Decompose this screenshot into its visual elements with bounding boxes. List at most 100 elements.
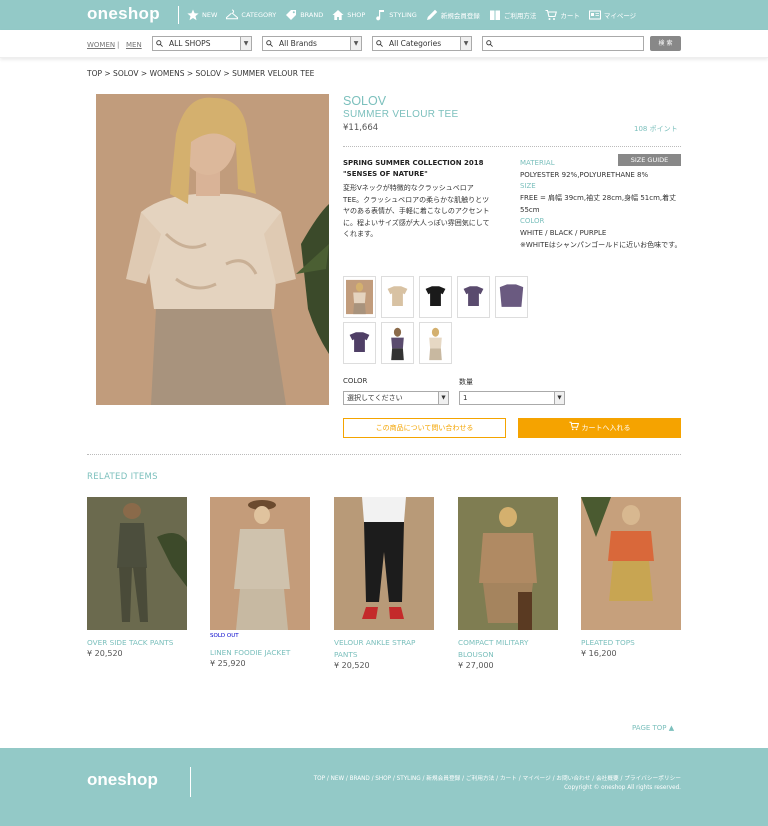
color-label: COLOR	[520, 217, 545, 225]
brand-select[interactable]: All Brands ▼	[262, 36, 362, 51]
quantity-select-value: 1	[463, 394, 468, 402]
chevron-down-icon: ▼	[350, 37, 361, 50]
nav-shop[interactable]: SHOP	[332, 9, 365, 21]
search-icon	[376, 40, 383, 47]
add-to-cart-button[interactable]: カートへ入れる	[518, 418, 681, 438]
related-item-name[interactable]: LINEN FOODIE JACKET	[210, 647, 315, 659]
shop-select[interactable]: ALL SHOPS ▼	[152, 36, 252, 51]
pen-icon	[426, 9, 438, 20]
related-items-title: RELATED ITEMS	[87, 472, 158, 482]
related-item-name[interactable]: OVER SIDE TACK PANTS	[87, 637, 192, 649]
quantity-label: 数量	[459, 378, 473, 386]
related-item-image[interactable]	[458, 497, 558, 630]
product-name: SUMMER VELOUR TEE	[343, 109, 459, 120]
related-item[interactable]: SOLD OUT LINEN FOODIE JACKET ¥ 25,920	[210, 497, 310, 668]
nav-new[interactable]: NEW	[187, 9, 217, 21]
nav-label: CATEGORY	[241, 11, 277, 19]
related-item-image[interactable]	[87, 497, 187, 630]
color-select-label: COLOR	[343, 377, 368, 385]
nav-label: BRAND	[300, 11, 324, 19]
product-brand[interactable]: SOLOV	[343, 94, 386, 108]
product-thumbnail[interactable]	[419, 322, 452, 364]
product-thumbnail[interactable]	[343, 276, 376, 318]
nav-brand[interactable]: BRAND	[285, 9, 323, 21]
category-select[interactable]: All Categories ▼	[372, 36, 472, 51]
inquiry-button[interactable]: この商品について問い合わせる	[343, 418, 506, 438]
size-value: FREE = 肩幅 39cm,袖丈 28cm,身幅 51cm,着丈 55cm	[520, 194, 677, 214]
nav-guide[interactable]: ご利用方法	[489, 9, 537, 21]
product-thumbnail[interactable]	[419, 276, 452, 318]
divider	[343, 146, 681, 147]
related-item-price: ¥ 16,200	[581, 649, 617, 658]
shop-select-value: ALL SHOPS	[169, 39, 211, 48]
house-icon	[332, 10, 344, 20]
nav-label: 新規会員登録	[440, 12, 480, 20]
copyright: Copyright © oneshop All rights reserved.	[564, 785, 681, 791]
size-guide-button[interactable]: SIZE GUIDE	[618, 154, 681, 166]
site-logo[interactable]: oneshop	[87, 4, 160, 24]
note-icon	[376, 10, 385, 21]
related-item-image[interactable]	[210, 497, 310, 630]
nav-label: カート	[560, 12, 580, 20]
nav-label: SHOP	[347, 11, 366, 19]
search-input[interactable]	[482, 36, 644, 51]
header-divider	[178, 6, 179, 24]
material-label: MATERIAL	[520, 159, 555, 167]
related-item-name[interactable]: COMPACT MILITARY BLOUSON	[458, 637, 563, 660]
search-button[interactable]: 検 索	[650, 36, 681, 51]
divider	[87, 454, 681, 455]
main-nav: NEW CATEGORY BRAND SHOP STYLING 新規会員登録 ご…	[187, 0, 645, 30]
search-icon	[266, 40, 273, 47]
related-item-name[interactable]: PLEATED TOPS	[581, 637, 686, 649]
related-item[interactable]: OVER SIDE TACK PANTS ¥ 20,520	[87, 497, 187, 658]
related-item-price: ¥ 20,520	[334, 661, 370, 670]
color-select[interactable]: 選択してください ▼	[343, 391, 449, 405]
nav-register[interactable]: 新規会員登録	[426, 9, 480, 21]
card-icon	[588, 10, 601, 20]
product-points: 108 ポイント	[634, 125, 678, 133]
page-top-link[interactable]: PAGE TOP ▲	[632, 724, 674, 732]
cart-icon	[568, 421, 579, 431]
sold-out-badge: SOLD OUT	[210, 633, 239, 639]
product-thumbnail[interactable]	[495, 276, 528, 318]
related-item-image[interactable]	[334, 497, 434, 630]
related-item[interactable]: PLEATED TOPS ¥ 16,200	[581, 497, 681, 658]
nav-mypage[interactable]: マイページ	[588, 9, 636, 21]
nav-label: STYLING	[389, 11, 417, 19]
product-main-image	[96, 94, 329, 405]
tag-icon	[286, 10, 297, 20]
add-to-cart-label: カートへ入れる	[581, 424, 631, 432]
breadcrumb[interactable]: TOP > SOLOV > WOMENS > SOLOV > SUMMER VE…	[87, 69, 314, 78]
color-value: WHITE / BLACK / PURPLE	[520, 229, 607, 237]
product-price: ¥11,664	[343, 123, 379, 133]
chevron-down-icon: ▼	[554, 392, 564, 404]
footer-divider	[190, 767, 191, 797]
footer-links[interactable]: TOP / NEW / BRAND / SHOP / STYLING / 新規会…	[314, 773, 681, 782]
size-label: SIZE	[520, 182, 536, 190]
product-thumbnail[interactable]	[381, 322, 414, 364]
related-item-image[interactable]	[581, 497, 681, 630]
quantity-select[interactable]: 1 ▼	[459, 391, 565, 405]
chevron-down-icon: ▼	[460, 37, 471, 50]
related-item-name[interactable]: VELOUR ANKLE STRAP PANTS	[334, 637, 439, 660]
product-thumbnail[interactable]	[343, 322, 376, 364]
category-select-value: All Categories	[389, 39, 442, 48]
product-thumbnail[interactable]	[457, 276, 490, 318]
cart-icon	[545, 9, 558, 20]
related-item-price: ¥ 20,520	[87, 649, 123, 658]
collection-title: SPRING SUMMER COLLECTION 2018	[343, 159, 484, 167]
nav-cart[interactable]: カート	[545, 9, 580, 21]
gender-women-link[interactable]: WOMEN	[87, 41, 115, 49]
footer-logo[interactable]: oneshop	[87, 770, 158, 790]
related-item[interactable]: VELOUR ANKLE STRAP PANTS ¥ 20,520	[334, 497, 434, 670]
color-note: ※WHITEはシャンパンゴールドに近いお色味です。	[520, 241, 682, 249]
nav-label: ご利用方法	[503, 12, 537, 20]
book-icon	[489, 10, 500, 20]
related-item[interactable]: COMPACT MILITARY BLOUSON ¥ 27,000	[458, 497, 558, 670]
nav-styling[interactable]: STYLING	[374, 9, 417, 21]
nav-label: NEW	[202, 11, 218, 19]
nav-category[interactable]: CATEGORY	[226, 9, 276, 21]
gender-men-link[interactable]: MEN	[126, 41, 142, 49]
top-header: oneshop NEW CATEGORY BRAND SHOP STYLING …	[0, 0, 768, 30]
product-thumbnail[interactable]	[381, 276, 414, 318]
